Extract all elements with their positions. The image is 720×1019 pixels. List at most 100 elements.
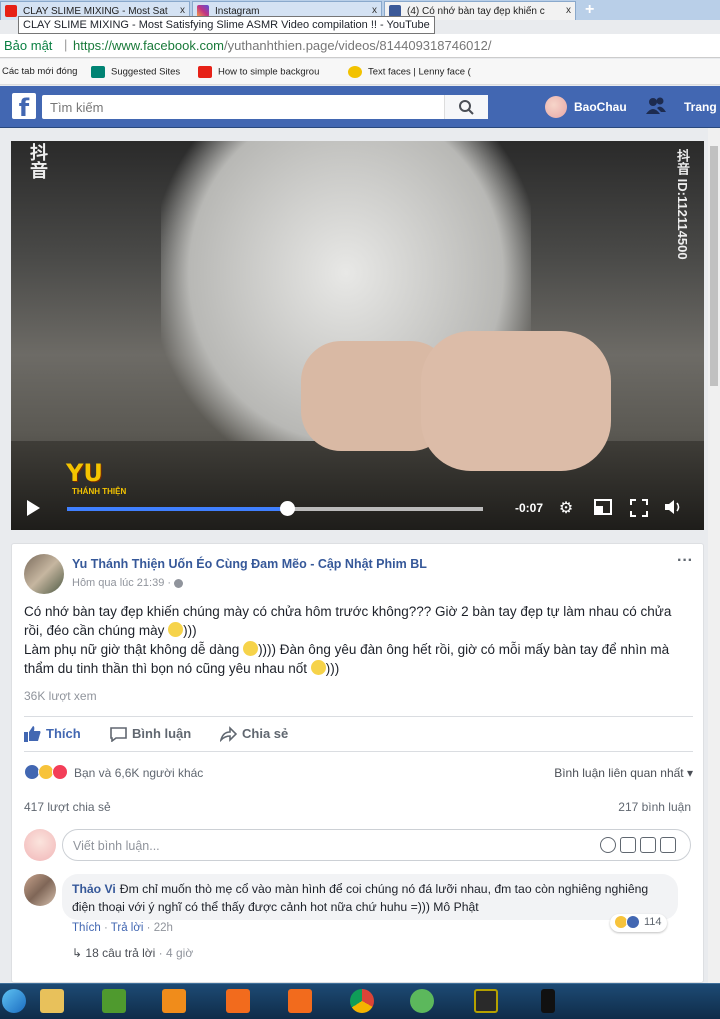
avatar[interactable]: [24, 874, 56, 906]
reactions-text: Bạn và 6,6K người khác: [74, 766, 204, 780]
reactions-summary[interactable]: Bạn và 6,6K người khác Bình luận liên qu…: [24, 762, 693, 784]
view-count: 36K lượt xem: [24, 689, 97, 703]
scrollbar[interactable]: [708, 128, 720, 983]
comment-meta: Thích · Trả lời · 22h: [72, 922, 173, 934]
video-controls: -0:07 ⚙: [11, 493, 704, 523]
replies-count: 18 câu trả lời: [85, 946, 156, 960]
profile-link[interactable]: BaoChau: [574, 100, 627, 114]
douyin-watermark: 抖音: [28, 143, 48, 179]
post-timestamp[interactable]: Hôm qua lúc 21:39 ·: [72, 577, 184, 589]
comment-count[interactable]: 217 bình luận: [618, 800, 691, 814]
comment-author[interactable]: Thảo Vi: [72, 882, 116, 896]
view-replies-link[interactable]: ↳ 18 câu trả lời · 4 giờ: [72, 946, 193, 960]
more-options-button[interactable]: ···: [677, 552, 693, 570]
comment-time[interactable]: 22h: [154, 922, 173, 934]
progress-handle[interactable]: [280, 501, 296, 516]
friends-icon[interactable]: [645, 96, 667, 116]
bookmark-text-faces[interactable]: Text faces | Lenny face (: [348, 66, 471, 78]
comment-reactions[interactable]: 114: [610, 914, 667, 932]
page-avatar[interactable]: [24, 554, 64, 594]
youtube-icon: [198, 66, 212, 78]
smile-emoji-icon: [168, 622, 184, 637]
youtube-icon: [5, 5, 17, 17]
post-text-line: Làm phụ nữ giờ thật không dễ dàng: [24, 642, 240, 657]
address-bar[interactable]: Bảo mật | https://www.facebook.com/yutha…: [0, 34, 720, 58]
settings-gear-icon[interactable]: ⚙: [556, 499, 576, 519]
share-button[interactable]: Chia sẻ: [220, 726, 288, 742]
close-icon[interactable]: x: [180, 5, 185, 16]
like-reaction-icon: [626, 915, 640, 929]
sticker-icon[interactable]: [660, 837, 676, 853]
bookmark-label: Text faces | Lenny face (: [368, 66, 471, 78]
video-player[interactable]: 抖音 抖音 ID:112114500 YU THÁNH THIỆN -0:07 …: [11, 141, 704, 530]
new-tab-button[interactable]: +: [585, 1, 594, 19]
logo-text: YU: [66, 459, 103, 487]
comment-text: Đm chỉ muốn thò mẹ cổ vào màn hình để co…: [72, 882, 649, 914]
facebook-logo[interactable]: f: [12, 93, 36, 119]
bookmark-label: Các tab mới đóng: [2, 66, 78, 77]
security-label[interactable]: Bảo mật: [4, 38, 52, 53]
url-text[interactable]: https://www.facebook.com/yuthanhthien.pa…: [73, 38, 491, 53]
post-text-line: Có nhớ bàn tay đẹp khiến chúng mày có ch…: [24, 604, 672, 638]
page-name-link[interactable]: Yu Thánh Thiện Uốn Éo Cùng Đam Mẽo - Cập…: [72, 557, 427, 571]
comment-placeholder: Viết bình luận...: [73, 839, 160, 853]
smile-emoji-icon: [310, 660, 326, 675]
coccoc-icon[interactable]: [402, 986, 442, 1018]
search-box[interactable]: Tìm kiếm: [42, 95, 488, 119]
comment-sort-dropdown[interactable]: Bình luận liên quan nhất ▾: [554, 766, 693, 780]
comment-bubble: Thảo Vi Đm chỉ muốn thò mẹ cổ vào màn hìn…: [62, 874, 678, 920]
smile-emoji-icon: [243, 641, 259, 656]
chrome-icon[interactable]: [342, 986, 382, 1018]
replies-time: · 4 giờ: [158, 946, 194, 960]
bookmarks-bar: Các tab mới đóng Suggested Sites How to …: [0, 59, 720, 85]
phone-icon[interactable]: [528, 986, 568, 1018]
fullscreen-icon[interactable]: [629, 499, 649, 519]
bookmark-recent-tabs[interactable]: Các tab mới đóng: [2, 66, 77, 77]
scrollbar-thumb[interactable]: [710, 146, 718, 386]
search-button[interactable]: [444, 95, 488, 119]
camera-app-icon-2[interactable]: [280, 986, 320, 1018]
video-player-icon[interactable]: [154, 986, 194, 1018]
comment-composer: Viết bình luận...: [24, 829, 693, 863]
post-actions: Thích Bình luận Chia sẻ: [24, 716, 693, 752]
comment-input[interactable]: Viết bình luận...: [62, 829, 691, 861]
camera-app-icon[interactable]: [218, 986, 258, 1018]
bookmark-how-to[interactable]: How to simple backgrou: [198, 66, 319, 78]
bookmark-label: Suggested Sites: [111, 66, 181, 78]
video-frame-hand: [421, 331, 611, 471]
separator: ·: [100, 922, 111, 934]
file-explorer-icon[interactable]: [32, 986, 72, 1018]
volume-icon[interactable]: [663, 499, 683, 519]
comment-label: Bình luận: [132, 726, 192, 741]
close-icon[interactable]: x: [566, 5, 571, 16]
comment-button[interactable]: Bình luận: [110, 726, 192, 742]
like-button[interactable]: Thích: [24, 726, 81, 742]
reply-arrow-icon: ↳: [72, 946, 83, 960]
post-text-fragment: ))): [325, 661, 340, 676]
like-label: Thích: [46, 726, 81, 741]
post-text-fragment: ))): [183, 623, 197, 638]
comment-reply-link[interactable]: Trả lời: [111, 922, 144, 934]
comment-reaction-count: 114: [644, 916, 662, 928]
avatar[interactable]: [545, 96, 567, 118]
media-icon[interactable]: [466, 986, 506, 1018]
comment-like-link[interactable]: Thích: [72, 922, 101, 934]
bookmark-suggested-sites[interactable]: Suggested Sites: [91, 66, 180, 78]
timestamp-text: Hôm qua lúc 21:39 ·: [72, 577, 172, 589]
facebook-header: f Tìm kiếm BaoChau Trang: [0, 86, 720, 128]
play-icon[interactable]: [27, 500, 40, 516]
camera-icon[interactable]: [620, 837, 636, 853]
search-input[interactable]: Tìm kiếm: [50, 100, 103, 115]
picture-in-picture-icon[interactable]: [593, 499, 613, 519]
comment-icon: [110, 727, 127, 742]
home-link[interactable]: Trang: [684, 100, 717, 114]
emoji-icon[interactable]: [600, 837, 616, 853]
video-progress-bar[interactable]: [67, 507, 483, 511]
game-icon[interactable]: [94, 986, 134, 1018]
windows-taskbar: [0, 983, 720, 1019]
divider: |: [64, 37, 68, 52]
search-icon: [459, 100, 474, 115]
gif-icon[interactable]: [640, 837, 656, 853]
close-icon[interactable]: x: [372, 5, 377, 16]
share-count[interactable]: 417 lượt chia sẻ: [24, 800, 111, 814]
